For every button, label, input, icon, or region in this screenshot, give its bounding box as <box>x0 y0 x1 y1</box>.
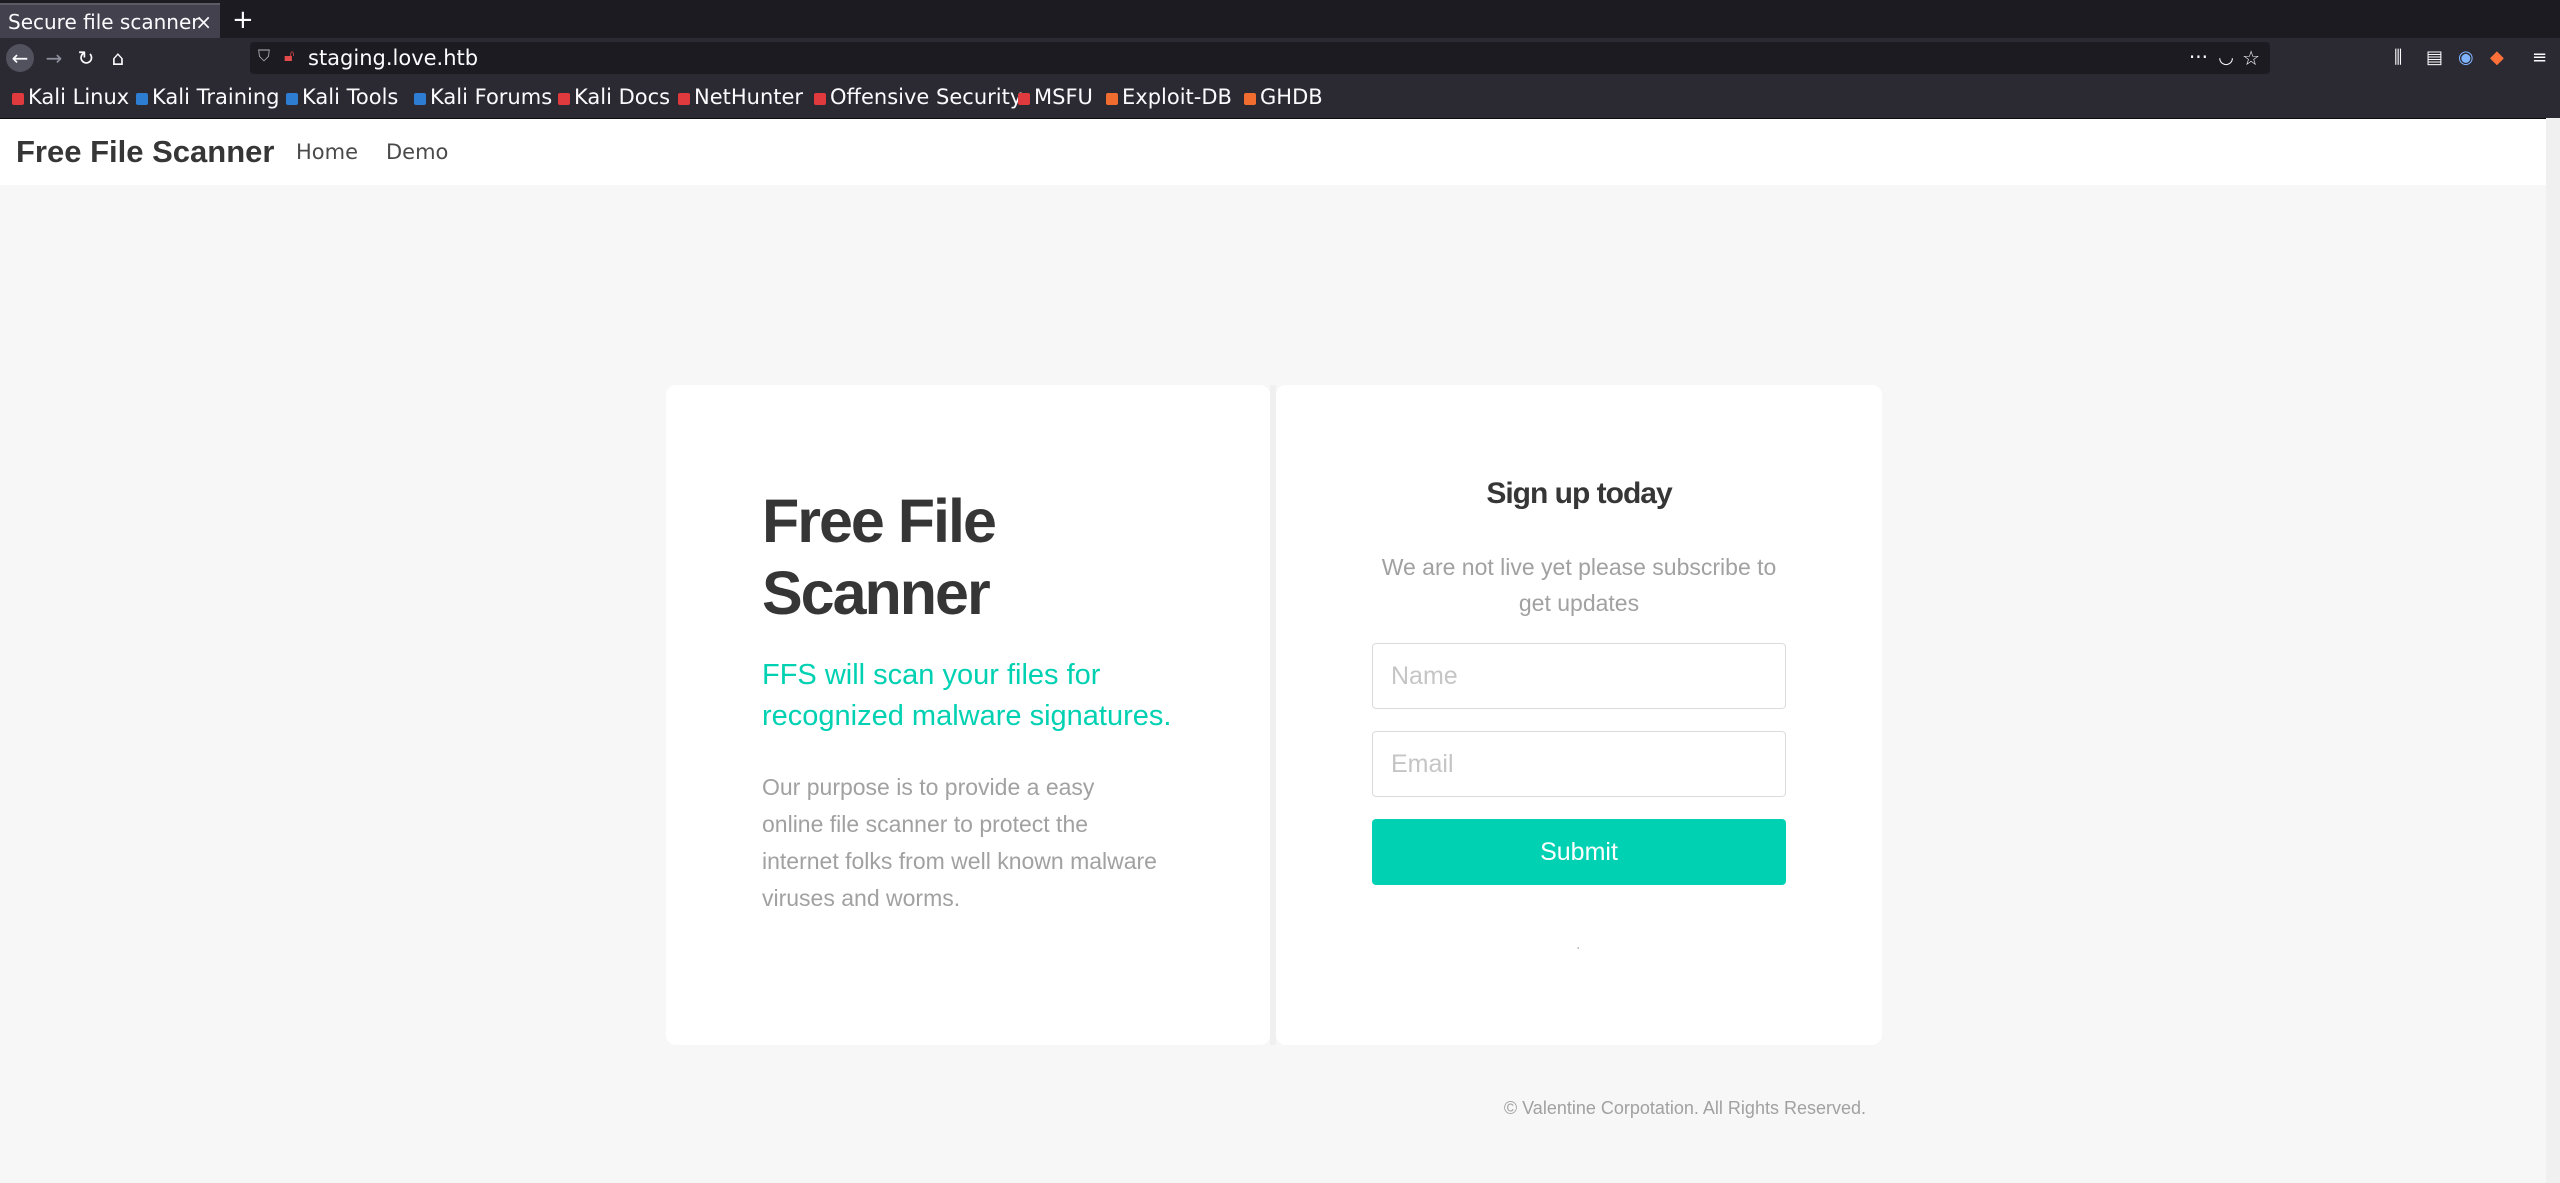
signup-card: Sign up today We are not live yet please… <box>1276 385 1882 1045</box>
name-field[interactable] <box>1372 643 1786 709</box>
tab-title: Secure file scanner <box>8 10 200 34</box>
browser-tab-bar: Secure file scanner × + <box>0 0 2560 38</box>
submit-button[interactable]: Submit <box>1372 819 1786 885</box>
hero-card: Free File Scanner FFS will scan your fil… <box>666 385 1270 1045</box>
browser-tab[interactable]: Secure file scanner × <box>0 3 220 38</box>
close-tab-icon[interactable]: × <box>195 5 212 40</box>
extension-icon[interactable]: ◆ <box>2490 44 2504 72</box>
browser-toolbar: ← → ↻ ⌂ ⛉ 🔓︎ staging.love.htb ··· ◡ ☆ ⫼ … <box>0 38 2560 78</box>
signup-description: We are not live yet please subscribe to … <box>1381 554 1777 616</box>
bookmark-favicon-icon <box>1244 93 1256 105</box>
url-bar[interactable]: ⛉ 🔓︎ staging.love.htb ··· ◡ ☆ <box>250 42 2270 74</box>
bookmark-favicon-icon <box>1106 93 1118 105</box>
bookmark-star-icon[interactable]: ☆ <box>2242 42 2260 74</box>
library-icon[interactable]: ⫼ <box>2394 44 2402 72</box>
bookmark-item[interactable]: Kali Training <box>136 78 279 116</box>
bookmark-favicon-icon <box>286 93 298 105</box>
tracking-shield-icon[interactable]: ⛉ <box>258 46 270 66</box>
bookmark-favicon-icon <box>814 93 826 105</box>
bookmark-item[interactable]: Kali Docs <box>558 78 670 116</box>
home-icon[interactable]: ⌂ <box>104 44 132 72</box>
sidebar-icon[interactable]: ▤ <box>2426 44 2443 72</box>
bookmark-favicon-icon <box>678 93 690 105</box>
hero-subtitle: FFS will scan your files for recognized … <box>762 659 1172 732</box>
site-brand[interactable]: Free File Scanner <box>16 119 274 185</box>
bookmark-favicon-icon <box>558 93 570 105</box>
reload-icon[interactable]: ↻ <box>72 44 100 72</box>
bookmark-item[interactable]: Kali Linux <box>12 78 129 116</box>
bookmark-favicon-icon <box>1018 93 1030 105</box>
url-text[interactable]: staging.love.htb <box>308 42 478 74</box>
bookmark-item[interactable]: GHDB <box>1244 78 1323 116</box>
nav-link-home[interactable]: Home <box>296 119 358 185</box>
bookmark-favicon-icon <box>12 93 24 105</box>
menu-icon[interactable]: ≡ <box>2532 44 2547 72</box>
bookmark-favicon-icon <box>414 93 426 105</box>
hero-description: Our purpose is to provide a easy online … <box>762 774 1157 911</box>
footer-copyright: © Valentine Corpotation. All Rights Rese… <box>1503 1098 1866 1118</box>
hero-title: Free File Scanner <box>762 487 997 627</box>
bookmark-item[interactable]: Kali Tools <box>286 78 398 116</box>
bookmark-item[interactable]: Exploit-DB <box>1106 78 1232 116</box>
page-actions-icon[interactable]: ··· <box>2189 42 2208 72</box>
bookmark-favicon-icon <box>136 93 148 105</box>
bookmark-item[interactable]: Kali Forums <box>414 78 552 116</box>
account-icon[interactable]: ◉ <box>2458 44 2474 72</box>
back-arrow-icon[interactable]: ← <box>6 44 34 72</box>
bookmark-item[interactable]: NetHunter <box>678 78 803 116</box>
insecure-lock-icon[interactable]: 🔓︎ <box>284 46 294 66</box>
email-field[interactable] <box>1372 731 1786 797</box>
site-navbar: Free File Scanner Home Demo <box>0 119 2546 185</box>
signup-title: Sign up today <box>1486 477 1672 510</box>
page-scrollbar[interactable] <box>2546 118 2560 1183</box>
new-tab-button[interactable]: + <box>232 2 254 38</box>
nav-link-demo[interactable]: Demo <box>386 119 448 185</box>
bookmark-item[interactable]: Offensive Security <box>814 78 1022 116</box>
pocket-icon[interactable]: ◡ <box>2218 44 2234 72</box>
status-dot: . <box>1576 937 1581 953</box>
bookmark-item[interactable]: MSFU <box>1018 78 1093 116</box>
bookmarks-toolbar: Kali Linux Kali Training Kali Tools Kali… <box>0 78 2560 119</box>
forward-arrow-icon[interactable]: → <box>40 44 68 72</box>
